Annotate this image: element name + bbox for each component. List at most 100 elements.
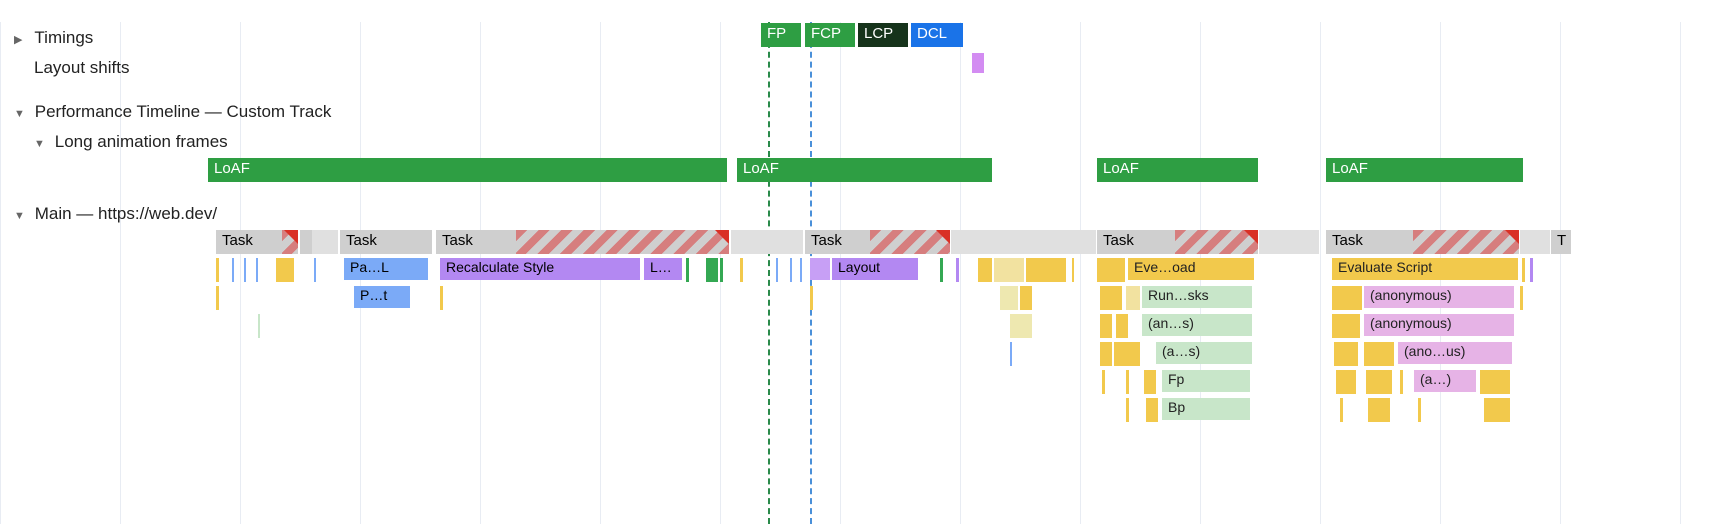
flame-sliver[interactable]	[1100, 342, 1112, 366]
marker-dcl[interactable]: DCL	[911, 23, 963, 47]
flame-sliver[interactable]	[956, 258, 959, 282]
flame-event-load[interactable]: Eve…oad	[1128, 258, 1254, 280]
flame-sliver[interactable]	[1418, 398, 1421, 422]
flame-parse-html[interactable]: Pa…L	[344, 258, 428, 280]
flame-sliver[interactable]	[1484, 398, 1510, 422]
flame-sliver[interactable]	[1097, 258, 1125, 282]
flame-anonymous-short[interactable]: (a…s)	[1156, 342, 1252, 364]
flame-sliver[interactable]	[810, 286, 813, 310]
flame-sliver[interactable]	[1100, 314, 1112, 338]
track-loaf-header[interactable]: ▼ Long animation frames	[0, 126, 1728, 156]
task-block[interactable]	[300, 230, 312, 254]
loaf-block[interactable]: LoAF	[1326, 158, 1523, 182]
flame-sliver[interactable]	[1126, 286, 1140, 310]
flame-sliver[interactable]	[686, 258, 689, 282]
flame-sliver[interactable]	[720, 258, 723, 282]
flame-sliver[interactable]	[276, 258, 294, 282]
flame-layout-short[interactable]: L…	[644, 258, 682, 280]
flame-sliver[interactable]	[1340, 398, 1343, 422]
flame-sliver[interactable]	[1522, 258, 1525, 282]
flame-sliver[interactable]	[994, 258, 1024, 282]
flame-sliver[interactable]	[800, 258, 802, 282]
flame-sliver[interactable]	[1114, 342, 1126, 366]
flame-sliver[interactable]	[1072, 258, 1074, 282]
flame-pt[interactable]: P…t	[354, 286, 410, 308]
layout-shift-marker[interactable]	[972, 53, 984, 73]
flame-layout[interactable]: Layout	[832, 258, 918, 280]
flame-recalculate-style[interactable]: Recalculate Style	[440, 258, 640, 280]
flame-sliver[interactable]	[314, 258, 316, 282]
track-timings-header[interactable]: ▶ Timings FP FCP LCP DCL	[0, 22, 1728, 52]
flame-sliver[interactable]	[1364, 342, 1394, 366]
flame-sliver[interactable]	[1400, 370, 1403, 394]
task-block[interactable]: Task	[216, 230, 298, 254]
task-block[interactable]: Task	[1326, 230, 1519, 254]
track-main-header[interactable]: ▼ Main — https://web.dev/	[0, 198, 1728, 228]
task-block[interactable]: Task	[805, 230, 950, 254]
task-block[interactable]: Task	[1097, 230, 1258, 254]
flame-sliver[interactable]	[1000, 286, 1018, 310]
flame-sliver[interactable]	[1366, 370, 1392, 394]
flame-sliver[interactable]	[1332, 314, 1360, 338]
flame-anonymous-short[interactable]: (an…s)	[1142, 314, 1252, 336]
flame-sliver[interactable]	[440, 286, 443, 310]
marker-fp[interactable]: FP	[761, 23, 801, 47]
flame-sliver[interactable]	[216, 258, 219, 282]
flame-sliver[interactable]	[1126, 370, 1129, 394]
flame-sliver[interactable]	[1010, 342, 1012, 366]
flame-row-6: Bp	[0, 398, 1728, 424]
flame-sliver[interactable]	[810, 258, 830, 280]
task-block[interactable]: Task	[340, 230, 432, 254]
flame-sliver[interactable]	[1020, 286, 1032, 310]
flame-evaluate-script[interactable]: Evaluate Script	[1332, 258, 1518, 280]
flame-sliver[interactable]	[1520, 286, 1523, 310]
flame-sliver[interactable]	[216, 286, 219, 310]
flame-sliver[interactable]	[1146, 398, 1158, 422]
flame-anonymous[interactable]: (anonymous)	[1364, 286, 1514, 308]
flame-sliver[interactable]	[1144, 370, 1156, 394]
task-block[interactable]: T	[1551, 230, 1571, 254]
marker-lcp[interactable]: LCP	[858, 23, 908, 47]
flame-sliver[interactable]	[1100, 286, 1122, 310]
loaf-block[interactable]: LoAF	[737, 158, 992, 182]
flame-sliver[interactable]	[1368, 398, 1390, 422]
flame-sliver[interactable]	[1010, 314, 1032, 338]
flame-sliver[interactable]	[1116, 314, 1128, 338]
task-block[interactable]	[951, 230, 1096, 254]
flame-anonymous-short[interactable]: (a…)	[1414, 370, 1476, 392]
task-block[interactable]	[312, 230, 338, 254]
loaf-block[interactable]: LoAF	[208, 158, 727, 182]
flame-bp[interactable]: Bp	[1162, 398, 1250, 420]
flame-sliver[interactable]	[256, 258, 258, 282]
task-block[interactable]: Task	[436, 230, 729, 254]
flame-sliver[interactable]	[978, 258, 992, 282]
flame-sliver[interactable]	[776, 258, 778, 282]
track-perf-timeline-header[interactable]: ▼ Performance Timeline — Custom Track	[0, 96, 1728, 126]
flame-sliver[interactable]	[1332, 286, 1362, 310]
flame-sliver[interactable]	[1336, 370, 1356, 394]
flame-sliver[interactable]	[790, 258, 792, 282]
track-layout-shifts[interactable]: Layout shifts	[0, 52, 1728, 82]
flame-sliver[interactable]	[1530, 258, 1533, 282]
flame-sliver[interactable]	[940, 258, 943, 282]
flame-anonymous[interactable]: (anonymous)	[1364, 314, 1514, 336]
flame-sliver[interactable]	[1126, 342, 1140, 366]
flame-sliver[interactable]	[1334, 342, 1358, 366]
task-block[interactable]	[1520, 230, 1550, 254]
flame-sliver[interactable]	[1480, 370, 1510, 394]
marker-fcp[interactable]: FCP	[805, 23, 855, 47]
flame-sliver[interactable]	[1026, 258, 1066, 282]
flame-run-microtasks[interactable]: Run…sks	[1142, 286, 1252, 308]
task-block[interactable]	[1259, 230, 1319, 254]
flame-sliver[interactable]	[258, 314, 260, 338]
flame-sliver[interactable]	[706, 258, 718, 282]
flame-anonymous-short[interactable]: (ano…us)	[1398, 342, 1512, 364]
flame-sliver[interactable]	[244, 258, 246, 282]
flame-sliver[interactable]	[232, 258, 234, 282]
flame-sliver[interactable]	[1126, 398, 1129, 422]
flame-fp[interactable]: Fp	[1162, 370, 1250, 392]
flame-sliver[interactable]	[1102, 370, 1105, 394]
loaf-block[interactable]: LoAF	[1097, 158, 1258, 182]
task-block[interactable]	[731, 230, 803, 254]
flame-sliver[interactable]	[740, 258, 743, 282]
